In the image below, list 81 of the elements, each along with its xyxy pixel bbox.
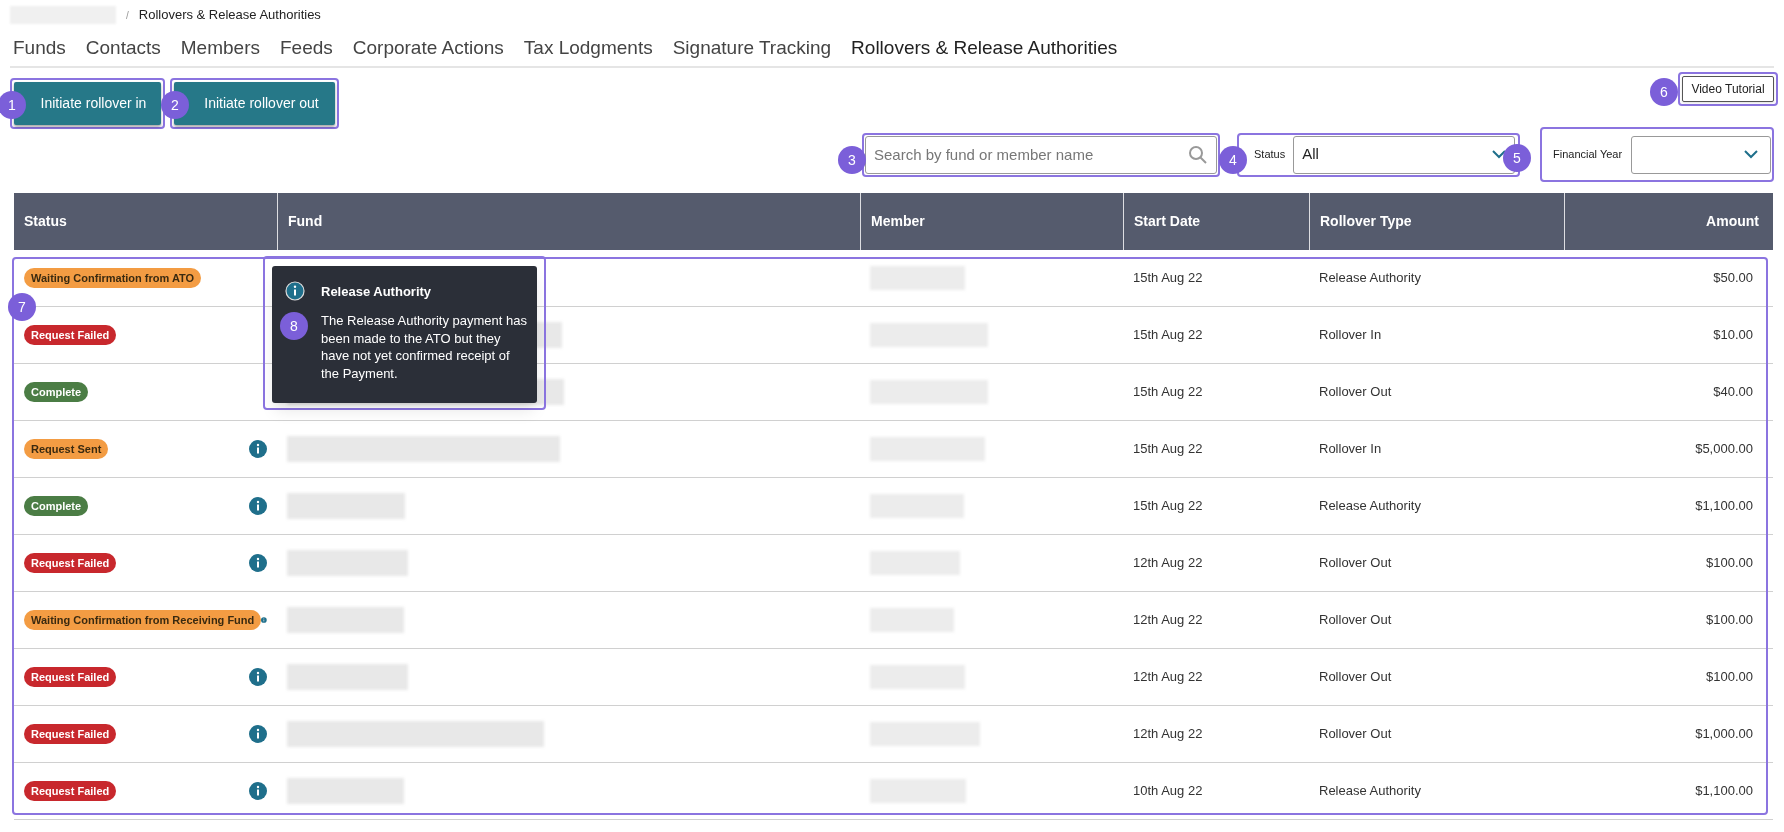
amount-cell-text: $10.00 — [1713, 326, 1753, 345]
column-header: Status — [24, 212, 67, 231]
nav-tab[interactable]: Tax Lodgments — [523, 33, 653, 63]
info-icon[interactable] — [249, 497, 267, 515]
amount-cell-text: $5,000.00 — [1695, 440, 1753, 459]
rollover-type-cell: Rollover In — [1319, 441, 1382, 457]
nav-tab[interactable]: Members — [180, 33, 260, 63]
nav-tab[interactable]: Signature Tracking — [672, 33, 832, 63]
date-cell: 12th Aug 22 — [1133, 726, 1203, 742]
breadcrumb-item: Rollovers & Release Authorities — [138, 6, 321, 25]
amount-cell-text: $40.00 — [1713, 383, 1753, 402]
date-cell: 12th Aug 22 — [1133, 555, 1203, 571]
tooltip-title: Release Authority — [321, 283, 432, 301]
rollover-type-cell: Rollover In — [1319, 327, 1382, 343]
video-tutorial-button[interactable]: Video Tutorial — [1682, 76, 1774, 102]
chevron-down-icon — [1744, 150, 1758, 159]
nav-tab[interactable]: Contacts — [85, 33, 161, 63]
search-field[interactable]: Search by fund or member name — [865, 135, 1217, 174]
amount-cell-text: $100.00 — [1706, 611, 1753, 630]
rollover-type-cell: Rollover Out — [1319, 555, 1392, 571]
amount-cell-text: $50.00 — [1713, 269, 1753, 288]
number-marker: 1 — [0, 91, 26, 119]
date-cell: 15th Aug 22 — [1133, 270, 1203, 286]
amount-cell-text: $1,100.00 — [1695, 782, 1753, 801]
number-marker: 6 — [1650, 78, 1678, 106]
date-cell: 12th Aug 22 — [1133, 612, 1203, 628]
status-badge: Waiting Confirmation from ATO — [24, 267, 202, 289]
financial-year-label: Financial Year — [1553, 147, 1623, 163]
number-marker: 5 — [1503, 144, 1531, 172]
status-badge: Complete — [24, 381, 89, 403]
number-marker: 4 — [1219, 146, 1247, 174]
rollover-type-cell: Release Authority — [1319, 498, 1421, 514]
status-badge: Request Failed — [24, 552, 117, 574]
nav-tab[interactable]: Corporate Actions — [352, 33, 504, 63]
amount-cell-text: $1,100.00 — [1695, 497, 1753, 516]
breadcrumb-separator: / — [126, 8, 129, 23]
nav-tab[interactable]: Funds — [13, 33, 66, 63]
status-badge: Complete — [24, 495, 89, 517]
amount-cell-text: $1,000.00 — [1695, 725, 1753, 744]
column-header: Fund — [288, 212, 323, 231]
rollover-type-cell: Rollover Out — [1319, 669, 1392, 685]
date-cell: 10th Aug 22 — [1133, 783, 1203, 799]
chevron-down-icon — [1492, 150, 1507, 159]
rollover-type-cell: Rollover Out — [1319, 612, 1392, 628]
info-icon[interactable] — [249, 668, 267, 686]
amount-cell-text: $100.00 — [1706, 554, 1753, 573]
date-cell: 12th Aug 22 — [1133, 669, 1203, 685]
status-label: Status — [1254, 147, 1286, 163]
column-header: Start Date — [1134, 212, 1201, 231]
initiate-rollover-in-button[interactable]: Initiate rollover in — [14, 82, 161, 125]
status-badge: Request Failed — [24, 723, 117, 745]
search-icon — [1188, 144, 1208, 165]
number-marker: 2 — [161, 91, 189, 119]
status-badge: Request Failed — [24, 666, 117, 688]
date-cell: 15th Aug 22 — [1133, 384, 1203, 400]
status-badge: Request Sent — [24, 438, 109, 460]
info-icon[interactable] — [249, 554, 267, 572]
number-marker: 3 — [838, 146, 866, 174]
tooltip-text: The Release Authority payment has been made to the ATO but they have not yet confirmed receipt of the Payment. — [321, 312, 528, 382]
info-icon — [285, 281, 305, 301]
number-marker: 7 — [8, 293, 36, 321]
status-badge: Request Failed — [24, 324, 117, 346]
info-icon[interactable] — [249, 440, 267, 458]
date-cell: 15th Aug 22 — [1133, 498, 1203, 514]
status-badge: Waiting Confirmation from Receiving Fund — [24, 609, 262, 631]
rollover-type-cell: Release Authority — [1319, 783, 1421, 799]
column-header: Amount — [1706, 212, 1759, 231]
date-cell: 15th Aug 22 — [1133, 327, 1203, 343]
rollover-type-cell: Rollover Out — [1319, 384, 1392, 400]
info-icon[interactable] — [249, 782, 267, 800]
nav-tab[interactable]: Feeds — [280, 33, 333, 63]
financial-year-dropdown[interactable] — [1631, 135, 1771, 174]
nav-tab[interactable]: Rollovers & Release Authorities — [851, 33, 1118, 63]
status-badge: Request Failed — [24, 780, 117, 802]
rollover-type-cell: Release Authority — [1319, 270, 1421, 286]
rollover-type-cell: Rollover Out — [1319, 726, 1392, 742]
amount-cell-text: $100.00 — [1706, 668, 1753, 687]
date-cell: 15th Aug 22 — [1133, 441, 1203, 457]
column-header: Member — [871, 212, 925, 231]
info-icon[interactable] — [249, 725, 267, 743]
column-header: Rollover Type — [1320, 212, 1412, 231]
